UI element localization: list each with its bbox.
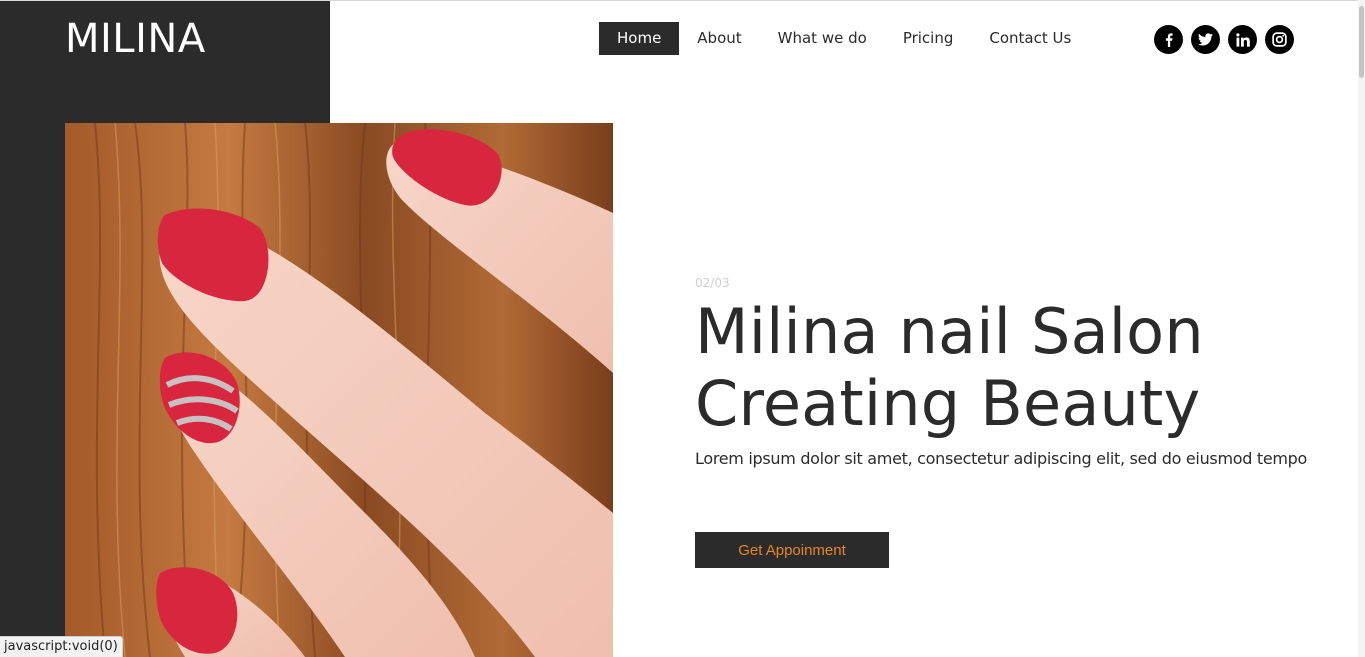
linkedin-icon[interactable] xyxy=(1228,25,1257,54)
scrollbar[interactable] xyxy=(1358,0,1365,657)
site-logo[interactable]: MILINA xyxy=(65,16,206,62)
hero-title-line1: Milina nail Salon xyxy=(695,295,1204,368)
main-nav: Home About What we do Pricing Contact Us xyxy=(599,22,1089,55)
hero-title-line2: Creating Beauty xyxy=(695,367,1201,440)
nav-item-contact-us[interactable]: Contact Us xyxy=(971,22,1089,55)
slide-counter: 02/03 xyxy=(695,276,730,290)
facebook-icon[interactable] xyxy=(1154,25,1183,54)
nav-item-about[interactable]: About xyxy=(679,22,759,55)
twitter-icon[interactable] xyxy=(1191,25,1220,54)
scrollbar-thumb[interactable] xyxy=(1359,6,1364,78)
browser-status-bar: javascript:void(0) xyxy=(0,636,123,657)
decorative-strip xyxy=(0,123,65,657)
hero-title: Milina nail Salon Creating Beauty xyxy=(695,296,1204,440)
social-links xyxy=(1154,25,1294,54)
nav-item-pricing[interactable]: Pricing xyxy=(885,22,972,55)
nav-item-what-we-do[interactable]: What we do xyxy=(760,22,885,55)
instagram-icon[interactable] xyxy=(1265,25,1294,54)
hero-nails-photo xyxy=(65,123,613,657)
get-appointment-button[interactable]: Get Appoinment xyxy=(695,532,889,568)
hero-subtitle: Lorem ipsum dolor sit amet, consectetur … xyxy=(695,449,1308,468)
nav-item-home[interactable]: Home xyxy=(599,22,680,55)
